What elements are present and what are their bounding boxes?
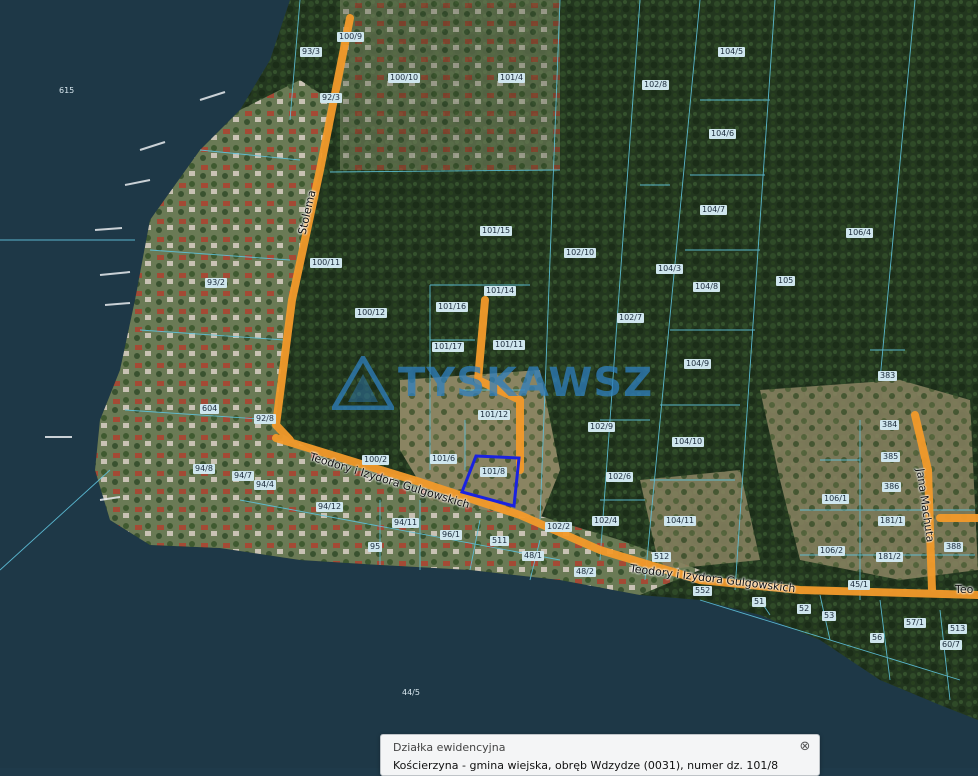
parcel-info-popup: Działka ewidencyjna ⊗ Kościerzyna - gmin…	[380, 734, 820, 776]
parcel-label: 101/12	[478, 410, 511, 420]
popup-title: Działka ewidencyjna	[393, 741, 506, 754]
parcel-label: 102/2	[545, 522, 573, 532]
parcel-label: 512	[652, 552, 672, 562]
parcel-label: 513	[948, 624, 968, 634]
parcel-label: 104/8	[693, 282, 721, 292]
parcel-label: 92/3	[320, 93, 342, 103]
parcel-label: 94/4	[254, 480, 276, 490]
parcel-label: 100/9	[337, 32, 365, 42]
popup-body: Kościerzyna - gmina wiejska, obręb Wdzyd…	[393, 759, 779, 772]
parcel-label: 388	[944, 542, 964, 552]
parcel-label: 104/9	[684, 359, 712, 369]
parcel-label: 102/8	[642, 80, 670, 90]
parcel-label: 104/3	[656, 264, 684, 274]
parcel-label: 552	[693, 586, 713, 596]
parcel-label: 104/10	[672, 437, 705, 447]
parcel-label: 96/1	[440, 530, 462, 540]
parcel-label: 94/8	[193, 464, 215, 474]
parcel-label: 604	[200, 404, 220, 414]
parcel-label: 45/1	[848, 580, 870, 590]
parcel-label: 101/6	[430, 454, 458, 464]
street-label-east: Teo	[955, 583, 974, 596]
parcel-label: 94/12	[316, 502, 344, 512]
watermark-text: TYSKAWSZ	[398, 360, 654, 406]
parcel-label: 101/16	[436, 302, 469, 312]
parcel-label: 102/4	[592, 516, 620, 526]
parcel-label: 104/5	[718, 47, 746, 57]
parcel-label: 95	[368, 542, 383, 552]
parcel-label: 101/17	[432, 342, 465, 352]
parcel-label: 385	[881, 452, 901, 462]
parcel-label: 56	[870, 633, 885, 643]
parcel-label: 94/7	[232, 471, 254, 481]
parcel-label: 101/8	[480, 467, 508, 477]
parcel-label: 100/10	[388, 73, 421, 83]
parcel-label: 106/4	[846, 228, 874, 238]
watermark: TYSKAWSZ	[332, 356, 653, 410]
parcel-label: 92/8	[254, 414, 276, 424]
parcel-label: 106/2	[818, 546, 846, 556]
parcel-label: 44/5	[402, 688, 420, 697]
parcel-label: 51	[752, 597, 767, 607]
parcel-label: 53	[822, 611, 837, 621]
watermark-logo-icon	[332, 356, 394, 410]
parcel-label: 104/6	[709, 129, 737, 139]
parcel-label: 105	[776, 276, 796, 286]
parcel-label: 100/2	[362, 455, 390, 465]
parcel-label: 100/11	[310, 258, 343, 268]
parcel-label: 93/2	[205, 278, 227, 288]
parcel-label: 615	[59, 86, 75, 95]
parcel-label: 102/6	[606, 472, 634, 482]
parcel-label: 101/4	[498, 73, 526, 83]
parcel-label: 48/2	[574, 567, 596, 577]
parcel-label: 60/7	[940, 640, 962, 650]
parcel-label: 101/14	[484, 286, 517, 296]
close-icon[interactable]: ⊗	[797, 739, 813, 755]
parcel-label: 102/10	[564, 248, 597, 258]
parcel-label: 384	[880, 420, 900, 430]
parcel-label: 181/1	[878, 516, 906, 526]
parcel-label: 102/7	[617, 313, 645, 323]
parcel-label: 101/11	[493, 340, 526, 350]
parcel-label: 93/3	[300, 47, 322, 57]
parcel-label: 106/1	[822, 494, 850, 504]
parcel-label: 386	[882, 482, 902, 492]
parcel-label: 57/1	[904, 618, 926, 628]
parcel-label: 104/11	[664, 516, 697, 526]
parcel-label: 102/9	[588, 422, 616, 432]
parcel-label: 101/15	[480, 226, 513, 236]
settlement-north	[340, 0, 560, 170]
parcel-label: 100/12	[355, 308, 388, 318]
parcel-label: 94/11	[392, 518, 420, 528]
parcel-label: 511	[490, 536, 510, 546]
parcel-label: 48/1	[522, 551, 544, 561]
parcel-label: 181/2	[876, 552, 904, 562]
parcel-label: 104/7	[700, 205, 728, 215]
parcel-label: 52	[797, 604, 812, 614]
parcel-label: 383	[878, 371, 898, 381]
